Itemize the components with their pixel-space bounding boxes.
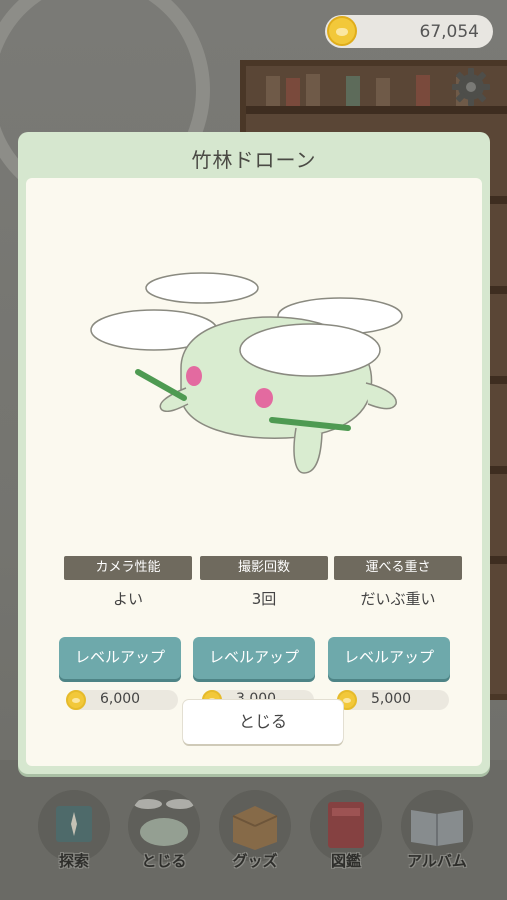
item-detail-modal: 竹林ドローン カメラ性能 よい 撮影回数 3回 運べる重さ だいぶ重い レベルア…	[18, 132, 490, 774]
coin-icon	[66, 690, 86, 710]
nav-item-album[interactable]: アルバム	[397, 788, 477, 888]
level-up-shots-button[interactable]: レベルアップ	[193, 637, 315, 679]
nav-item-goods[interactable]: グッズ	[215, 788, 295, 888]
cost-weight: 5,000	[337, 690, 449, 710]
gear-icon[interactable]	[450, 66, 492, 108]
cost-value: 6,000	[100, 691, 141, 707]
nav-label: 探索	[58, 852, 89, 870]
drone-illustration	[90, 272, 403, 474]
cost-value: 5,000	[371, 691, 412, 707]
stat-camera: カメラ性能 よい	[64, 556, 192, 609]
nav-label: とじる	[141, 852, 187, 870]
level-up-weight-button[interactable]: レベルアップ	[328, 637, 450, 679]
nav-item-close[interactable]: とじる	[124, 788, 204, 888]
modal-title: 竹林ドローン	[191, 148, 317, 172]
modal-panel: カメラ性能 よい 撮影回数 3回 運べる重さ だいぶ重い レベルアップ レベルア…	[26, 178, 482, 766]
stat-label: カメラ性能	[64, 556, 192, 580]
stat-label: 撮影回数	[200, 556, 328, 580]
stat-shots: 撮影回数 3回	[200, 556, 328, 609]
stat-label: 運べる重さ	[334, 556, 462, 580]
close-button[interactable]: とじる	[183, 700, 343, 744]
coin-counter: 67,054	[325, 15, 493, 48]
stat-weight: 運べる重さ だいぶ重い	[334, 556, 462, 609]
stat-value: よい	[112, 590, 143, 608]
nav-label: アルバム	[407, 852, 467, 870]
bottom-nav: 探索 とじる グッズ 図鑑 アルバム	[0, 788, 507, 900]
nav-label: 図鑑	[330, 852, 361, 870]
coin-amount: 67,054	[419, 22, 479, 42]
coin-icon	[327, 16, 357, 46]
stat-value: 3回	[251, 590, 277, 608]
stat-value: だいぶ重い	[360, 590, 436, 608]
nav-item-explore[interactable]: 探索	[34, 788, 114, 888]
cost-camera: 6,000	[66, 690, 178, 710]
nav-label: グッズ	[232, 852, 278, 870]
level-up-camera-button[interactable]: レベルアップ	[59, 637, 181, 679]
nav-item-encyclopedia[interactable]: 図鑑	[306, 788, 386, 888]
